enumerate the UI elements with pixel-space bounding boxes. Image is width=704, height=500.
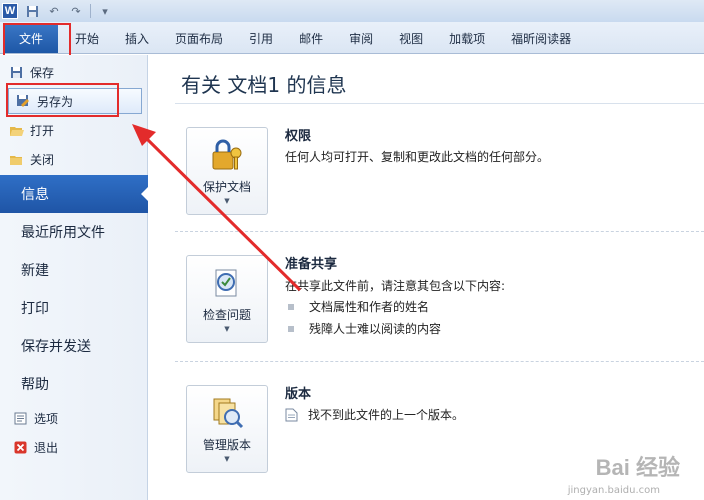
prepare-heading: 准备共享 [285,257,338,272]
exit-label: 退出 [34,440,59,455]
nav-help[interactable]: 帮助 [0,365,148,403]
options-label: 选项 [34,411,59,426]
manage-versions-label: 管理版本 [202,438,251,452]
open-folder-icon [8,122,24,138]
open-label: 打开 [30,123,55,138]
undo-icon[interactable]: ↶ [46,3,62,19]
list-item: 文档属性和作者的姓名 [288,298,429,315]
close-folder-icon [8,151,24,167]
section-divider [175,231,704,232]
permissions-text: 任何人均可打开、复制和更改此文档的任何部分。 [285,150,550,164]
chevron-down-icon: ▼ [224,325,230,333]
save-icon [8,64,24,80]
chevron-down-icon: ▼ [224,455,230,463]
file-tab-highlight [3,23,71,58]
redo-icon[interactable]: ↷ [68,3,84,19]
check-issues-button[interactable]: 检查问题 ▼ [186,255,268,343]
lock-key-icon [207,136,247,174]
nav-info[interactable]: 信息 [0,175,149,213]
backstage-nav: 保存 另存为 打开 关闭 信息 最近所用文件 新建 打印 保存并发送 帮助 选项… [0,55,149,500]
bullet-text: 文档属性和作者的姓名 [309,300,430,314]
watermark-logo: Bai 经验 [595,455,680,480]
save-icon[interactable] [24,3,40,19]
save-command[interactable]: 保存 [8,59,54,85]
inspect-document-icon [207,264,247,302]
tab-insert[interactable]: 插入 [112,23,162,53]
tab-references[interactable]: 引用 [236,23,286,53]
versions-icon [207,394,247,432]
ribbon-tabs: 文件 开始 插入 页面布局 引用 邮件 审阅 视图 加载项 福昕阅读器 [0,22,704,54]
permissions-heading: 权限 [285,129,312,144]
save-label: 保存 [30,65,55,80]
page-title: 有关 文档1 的信息 [181,73,347,97]
nav-save-send[interactable]: 保存并发送 [0,327,148,365]
tab-page-layout[interactable]: 页面布局 [162,23,236,53]
close-label: 关闭 [30,152,55,167]
bullet-square [288,325,294,332]
document-version-icon [285,408,298,422]
tab-addins[interactable]: 加载项 [436,23,498,53]
tab-mailings[interactable]: 邮件 [286,23,336,53]
versions-text: 找不到此文件的上一个版本。 [308,408,465,422]
section-divider [175,361,704,362]
title-divider [175,103,704,104]
protect-document-label: 保护文档 [202,180,251,194]
list-item: 残障人士难以阅读的内容 [288,320,441,337]
options-icon [12,410,28,426]
customize-toolbar-icon[interactable]: ▾ [97,3,113,19]
exit-icon [12,439,28,455]
watermark-url: jingyan.baidu.com [567,485,660,496]
close-command[interactable]: 关闭 [8,146,54,172]
nav-new[interactable]: 新建 [0,251,148,289]
info-panel: 有关 文档1 的信息 保护文档 ▼ 权限 任何人均可打开、复制和更改此文档的任何… [149,55,704,500]
open-command[interactable]: 打开 [8,117,54,143]
exit-command[interactable]: 退出 [12,434,58,460]
word-app-icon[interactable]: W [2,3,18,19]
toolbar-separator [90,4,91,18]
check-issues-label: 检查问题 [202,308,251,322]
tab-view[interactable]: 视图 [386,23,436,53]
versions-text-row: 找不到此文件的上一个版本。 [285,406,464,423]
nav-print[interactable]: 打印 [0,289,148,327]
bullet-text: 残障人士难以阅读的内容 [309,322,442,336]
save-as-highlight [6,83,119,117]
tab-review[interactable]: 审阅 [336,23,386,53]
versions-heading: 版本 [285,387,312,402]
tab-foxit-reader[interactable]: 福昕阅读器 [498,23,584,53]
options-command[interactable]: 选项 [12,405,58,431]
bullet-square [288,303,294,310]
chevron-down-icon: ▼ [224,197,230,205]
protect-document-button[interactable]: 保护文档 ▼ [186,127,268,215]
quick-access-toolbar: W ↶ ↷ ▾ [0,0,704,22]
nav-recent[interactable]: 最近所用文件 [0,213,148,251]
prepare-text: 在共享此文件前，请注意其包含以下内容: [285,279,506,293]
manage-versions-button[interactable]: 管理版本 ▼ [186,385,268,473]
